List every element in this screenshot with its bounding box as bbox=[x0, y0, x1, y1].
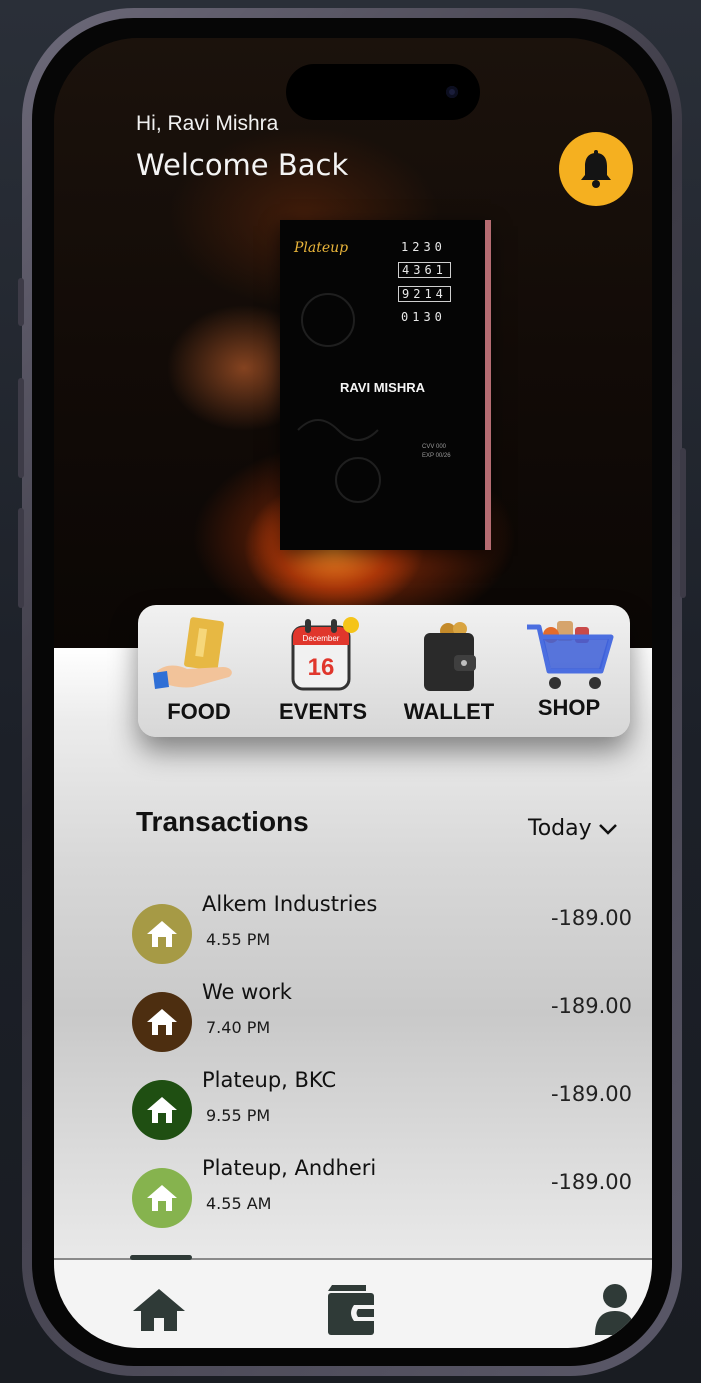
phone-volume-up-button bbox=[18, 378, 24, 478]
phone-side-button bbox=[18, 278, 24, 326]
transaction-amount: -189.00 bbox=[550, 1082, 632, 1106]
merchant-avatar bbox=[132, 1168, 192, 1228]
card-number-block: 1230 4361 9214 0130 bbox=[398, 240, 451, 332]
tab-home[interactable] bbox=[124, 1280, 194, 1340]
transaction-row[interactable]: Plateup, Andheri 4.55 AM -189.00 bbox=[132, 1154, 632, 1232]
transaction-amount: -189.00 bbox=[550, 994, 632, 1018]
card-number-line: 4361 bbox=[398, 262, 451, 278]
transaction-time: 9.55 PM bbox=[206, 1106, 271, 1125]
transaction-row[interactable]: We work 7.40 PM -189.00 bbox=[132, 978, 632, 1056]
profile-icon bbox=[595, 1284, 635, 1335]
active-tab-indicator bbox=[130, 1255, 192, 1260]
category-events[interactable]: December 16 EVENTS bbox=[268, 615, 378, 735]
transaction-amount: -189.00 bbox=[550, 1170, 632, 1194]
merchant-name: We work bbox=[202, 980, 292, 1004]
transactions-title: Transactions bbox=[136, 806, 309, 837]
transaction-row[interactable]: Alkem Industries 4.55 PM -189.00 bbox=[132, 890, 632, 968]
home-icon bbox=[147, 1185, 177, 1211]
wallet-icon bbox=[328, 1285, 374, 1335]
bell-icon bbox=[581, 150, 611, 188]
dynamic-island bbox=[286, 64, 480, 120]
chevron-down-icon bbox=[598, 823, 617, 835]
category-label: SHOP bbox=[537, 695, 601, 720]
category-food[interactable]: FOOD bbox=[144, 615, 254, 735]
merchant-name: Plateup, BKC bbox=[202, 1068, 337, 1092]
transaction-time: 4.55 AM bbox=[206, 1194, 272, 1213]
greeting-text: Hi, Ravi Mishra bbox=[136, 112, 279, 135]
merchant-avatar bbox=[132, 904, 192, 964]
home-icon bbox=[147, 921, 177, 947]
calendar-icon: December 16 bbox=[291, 617, 359, 691]
bottom-tab-bar bbox=[54, 1255, 652, 1348]
app-screen: Hi, Ravi Mishra Welcome Back Plateup 123… bbox=[54, 38, 652, 1348]
phone-frame: Hi, Ravi Mishra Welcome Back Plateup 123… bbox=[18, 8, 686, 1376]
home-icon bbox=[147, 1009, 177, 1035]
transaction-time: 7.40 PM bbox=[206, 1018, 271, 1037]
category-shop[interactable]: SHOP bbox=[514, 615, 624, 735]
card-decoration-pattern bbox=[297, 293, 381, 503]
transaction-amount: -189.00 bbox=[550, 906, 632, 930]
shopping-cart-icon bbox=[527, 621, 614, 689]
card-number-line: 0130 bbox=[401, 310, 446, 324]
food-card-hand-icon bbox=[153, 617, 232, 689]
card-expiry: EXP 00/26 bbox=[422, 453, 451, 459]
merchant-name: Plateup, Andheri bbox=[202, 1156, 377, 1180]
card-number-line: 1230 bbox=[401, 240, 446, 254]
home-icon bbox=[133, 1289, 185, 1331]
front-camera bbox=[446, 86, 458, 98]
tab-profile[interactable] bbox=[580, 1280, 650, 1340]
phone-power-button bbox=[680, 448, 686, 598]
category-label: WALLET bbox=[403, 699, 495, 724]
phone-volume-down-button bbox=[18, 508, 24, 608]
merchant-name: Alkem Industries bbox=[202, 892, 378, 916]
category-label: EVENTS bbox=[278, 699, 368, 724]
tab-wallet[interactable] bbox=[316, 1280, 386, 1340]
transaction-row[interactable]: Plateup, BKC 9.55 PM -189.00 bbox=[132, 1066, 632, 1144]
card-cvv: CVV 000 bbox=[422, 444, 447, 450]
card-number-line: 9214 bbox=[398, 286, 451, 302]
merchant-avatar bbox=[132, 1080, 192, 1140]
calendar-month-label: December bbox=[303, 634, 340, 643]
merchant-avatar bbox=[132, 992, 192, 1052]
notification-button[interactable] bbox=[559, 132, 633, 206]
filter-label: Today bbox=[528, 816, 592, 841]
transactions-filter-dropdown[interactable]: Today bbox=[528, 816, 618, 841]
home-icon bbox=[147, 1097, 177, 1123]
calendar-day-label: 16 bbox=[308, 654, 335, 681]
welcome-text: Welcome Back bbox=[136, 148, 349, 182]
payment-card[interactable]: Plateup 1230 4361 9214 0130 RAVI MISHRA … bbox=[280, 220, 491, 550]
card-brand-logo: Plateup bbox=[294, 240, 349, 256]
card-holder-name: RAVI MISHRA bbox=[340, 380, 425, 395]
category-bar: FOOD December 16 EVENTS WALLET SHOP bbox=[138, 605, 630, 737]
wallet-icon bbox=[424, 622, 476, 691]
category-label: FOOD bbox=[167, 699, 231, 724]
category-wallet[interactable]: WALLET bbox=[394, 615, 504, 735]
transaction-time: 4.55 PM bbox=[206, 930, 271, 949]
